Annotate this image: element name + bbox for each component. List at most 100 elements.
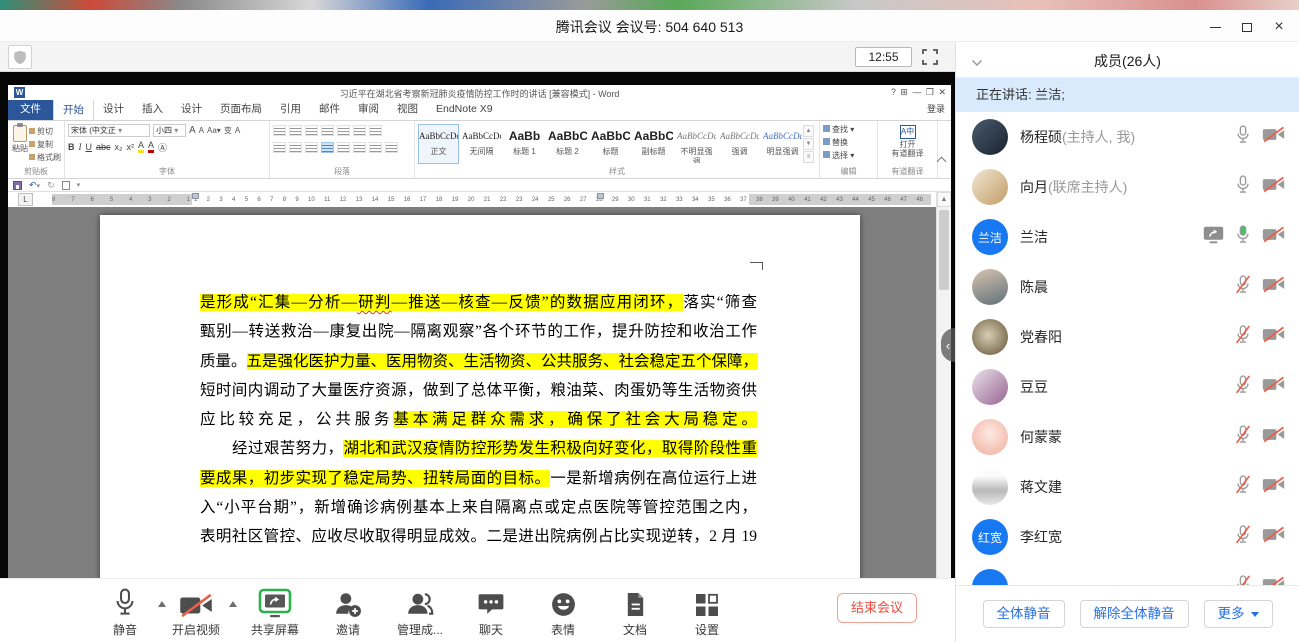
camera-off-icon[interactable] — [1262, 226, 1285, 248]
shading-icon[interactable] — [369, 142, 382, 153]
align-right-icon[interactable] — [305, 142, 318, 153]
ribbon-collapse-icon[interactable] — [937, 156, 947, 164]
grow-font-button[interactable]: A — [189, 125, 196, 136]
word-tab-5-页面布局[interactable]: 页面布局 — [211, 99, 271, 120]
styles-scroll-up-icon[interactable]: ▲ — [803, 125, 814, 137]
word-tab-8-审阅[interactable]: 审阅 — [349, 99, 388, 120]
toolbar-invite-button[interactable]: 邀请 — [308, 586, 388, 640]
end-meeting-button[interactable]: 结束会议 — [837, 593, 917, 623]
document-text[interactable]: 是形成“汇集—分析—研判—推送—核查—反馈”的数据应用闭环，落实“筛查甄别—转送… — [200, 288, 757, 552]
style-副标题[interactable]: AaBbC副标题 — [633, 124, 674, 164]
member-row-党春阳[interactable]: 党春阳 — [956, 312, 1299, 362]
word-signin-link[interactable]: 登录 — [927, 102, 945, 115]
camera-off-icon[interactable] — [1262, 426, 1285, 448]
align-left-icon[interactable] — [273, 142, 286, 153]
distribute-icon[interactable] — [337, 142, 350, 153]
mic-muted-icon[interactable] — [1235, 575, 1251, 586]
more-button[interactable]: 更多 — [1204, 600, 1273, 628]
qat-customize-icon[interactable]: ▾ — [77, 181, 81, 189]
camera-off-icon[interactable] — [1262, 376, 1285, 398]
borders-icon[interactable] — [385, 142, 398, 153]
change-case-button[interactable]: Aa▾ — [207, 126, 221, 135]
justify-icon[interactable] — [321, 142, 334, 153]
enclose-char-button[interactable]: Ⓐ — [158, 141, 167, 154]
strikethrough-button[interactable]: abc — [96, 142, 111, 152]
word-tab-3-插入[interactable]: 插入 — [133, 99, 172, 120]
bullets-icon[interactable] — [273, 125, 286, 136]
toolbar-video-button[interactable]: 开启视频 — [156, 586, 236, 640]
camera-off-icon[interactable] — [1262, 476, 1285, 498]
style-正文[interactable]: AaBbCcDd正文 — [418, 124, 459, 164]
subscript-button[interactable]: x₂ — [115, 142, 123, 152]
camera-off-icon[interactable] — [1262, 176, 1285, 198]
paragraph-marks-icon[interactable] — [369, 125, 382, 136]
member-list[interactable]: 杨程硕(主持人, 我) 向月(联席主持人) 兰洁兰洁 陈晨 党春阳 豆 — [956, 112, 1299, 585]
mute-all-button[interactable]: 全体静音 — [983, 600, 1065, 628]
mic-muted-icon[interactable] — [1235, 425, 1251, 450]
mic-speaking-icon[interactable] — [1235, 225, 1251, 250]
cut-button[interactable]: 剪切 — [29, 126, 61, 137]
word-tab-endnote[interactable]: EndNote X9 — [427, 99, 502, 120]
superscript-button[interactable]: x² — [127, 142, 135, 152]
camera-off-icon[interactable] — [1262, 526, 1285, 548]
mic-icon[interactable] — [1235, 125, 1251, 150]
print-preview-icon[interactable] — [62, 181, 70, 190]
align-center-icon[interactable] — [289, 142, 302, 153]
camera-off-icon[interactable] — [1262, 276, 1285, 298]
mic-muted-icon[interactable] — [1235, 525, 1251, 550]
word-tab-9-视图[interactable]: 视图 — [388, 99, 427, 120]
undo-icon[interactable]: ↶▾ — [29, 180, 40, 191]
member-row-杨程硕[interactable]: 杨程硕(主持人, 我) — [956, 112, 1299, 162]
meeting-titlebar[interactable]: 腾讯会议 会议号: 504 640 513 × — [0, 10, 1299, 42]
select-button[interactable]: 选择 ▾ — [823, 149, 874, 162]
toolbar-settings-button[interactable]: 设置 — [667, 586, 747, 640]
word-tab-7-邮件[interactable]: 邮件 — [310, 99, 349, 120]
char-border-button[interactable]: A — [235, 126, 240, 135]
unmute-all-button[interactable]: 解除全体静音 — [1080, 600, 1189, 628]
close-button[interactable]: × — [1271, 19, 1287, 35]
scrollbar-thumb[interactable] — [939, 210, 949, 290]
find-button[interactable]: 查找 ▾ — [823, 123, 874, 136]
toolbar-share-button[interactable]: 共享屏幕 — [235, 586, 315, 640]
word-tab-6-引用[interactable]: 引用 — [271, 99, 310, 120]
replace-button[interactable]: 替换 — [823, 136, 874, 149]
member-row-陈晨[interactable]: 陈晨 — [956, 262, 1299, 312]
toolbar-chat-button[interactable]: 聊天 — [451, 586, 531, 640]
style-标题 1[interactable]: AaBb标题 1 — [504, 124, 545, 164]
camera-off-icon[interactable] — [1262, 126, 1285, 148]
phonetic-guide-button[interactable]: 变 — [224, 125, 232, 136]
member-row-兰洁[interactable]: 兰洁兰洁 — [956, 212, 1299, 262]
format-painter-button[interactable]: 格式刷 — [29, 152, 61, 163]
styles-gallery-scroll[interactable]: ▲ ▼ ≡ — [803, 123, 814, 166]
word-document-area[interactable]: 是形成“汇集—分析—研判—推送—核查—反馈”的数据应用闭环，落实“筛查甄别—转送… — [8, 207, 936, 578]
mic-icon[interactable] — [1235, 175, 1251, 200]
word-window-controls[interactable]: ? ⊞ — ❐ ✕ — [891, 87, 947, 98]
security-shield-button[interactable] — [8, 45, 32, 69]
styles-scroll-down-icon[interactable]: ▼ — [803, 138, 814, 150]
toolbar-docs-button[interactable]: 文档 — [595, 586, 675, 640]
member-row-partial[interactable] — [956, 562, 1299, 585]
underline-button[interactable]: U — [86, 142, 93, 152]
mic-muted-icon[interactable] — [1235, 325, 1251, 350]
maximize-button[interactable] — [1239, 19, 1255, 35]
camera-off-icon[interactable] — [1262, 576, 1285, 585]
toolbar-emoji-button[interactable]: 表情 — [523, 586, 603, 640]
redo-icon[interactable]: ↻ — [47, 180, 55, 191]
member-row-何蒙蒙[interactable]: 何蒙蒙 — [956, 412, 1299, 462]
scroll-up-icon[interactable]: ▲ — [937, 192, 951, 207]
mic-muted-icon[interactable] — [1235, 475, 1251, 500]
font-size-combo[interactable]: 小四 ▾ — [153, 124, 186, 137]
word-tab-0-文件[interactable]: 文件 — [8, 99, 53, 120]
shrink-font-button[interactable]: A — [199, 126, 204, 135]
style-标题[interactable]: AaBbC标题 — [590, 124, 631, 164]
font-color-button[interactable]: A — [148, 141, 154, 153]
style-强调[interactable]: AaBbCcDd强调 — [719, 124, 760, 164]
indent-increase-icon[interactable] — [337, 125, 350, 136]
style-标题 2[interactable]: AaBbC标题 2 — [547, 124, 588, 164]
tab-selector[interactable]: L — [18, 193, 33, 206]
font-name-combo[interactable]: 宋体 (中文正 ▾ — [68, 124, 150, 137]
minimize-button[interactable] — [1207, 19, 1223, 35]
mic-muted-icon[interactable] — [1235, 275, 1251, 300]
line-spacing-icon[interactable] — [353, 142, 366, 153]
paste-button[interactable]: 粘贴 — [11, 123, 29, 166]
